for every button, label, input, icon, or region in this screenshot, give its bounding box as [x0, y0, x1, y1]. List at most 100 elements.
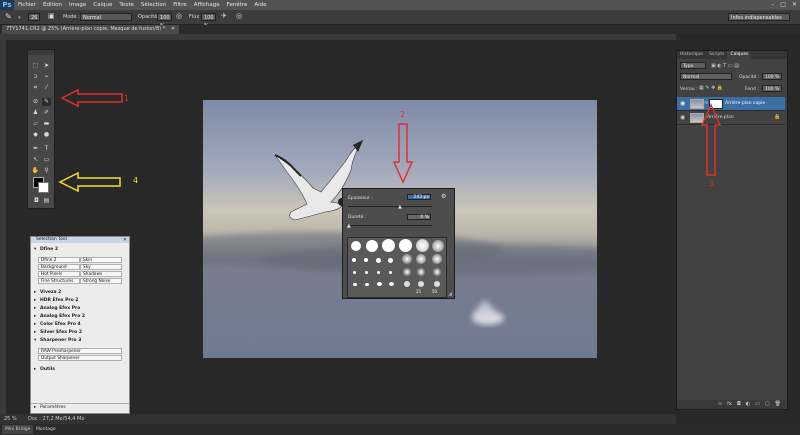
tab-mini-bridge[interactable]: Mini Bridge	[2, 425, 34, 434]
dfine-button[interactable]: Strong Noise	[80, 278, 122, 284]
plugin-hdr-efex[interactable]: HDR Efex Pro 2	[40, 298, 78, 303]
expand-icon[interactable]: ▸	[34, 314, 36, 319]
dfine-button[interactable]: Fine Structures	[38, 278, 80, 284]
gear-icon[interactable]: ⚙	[441, 193, 446, 200]
expand-icon[interactable]: ▸	[34, 322, 36, 327]
tools-panel-header[interactable]	[28, 50, 54, 55]
minimize-icon[interactable]: –	[771, 1, 774, 8]
move-tool-icon[interactable]: ➤	[42, 62, 51, 70]
crop-tool-icon[interactable]: ⌗	[31, 84, 40, 92]
adjustment-layer-icon[interactable]: ◐	[746, 400, 750, 409]
document-tab[interactable]: 7TY1741.CR2 @ 25% (Arrière-plan copie, M…	[2, 25, 180, 34]
type-tool-icon[interactable]: T	[42, 145, 51, 153]
brush-preset[interactable]	[377, 271, 380, 274]
menu-aide[interactable]: Aide	[254, 2, 266, 8]
expand-icon[interactable]: ▸	[34, 367, 36, 372]
sharpener-button[interactable]: Output Sharpener	[38, 355, 122, 361]
menu-edition[interactable]: Edition	[43, 2, 62, 8]
brush-preset[interactable]	[377, 282, 382, 286]
trash-icon[interactable]: 🗑	[775, 400, 781, 409]
dodge-tool-icon[interactable]: ●	[42, 131, 51, 139]
pressure-opacity-icon[interactable]: ◎	[176, 12, 182, 20]
menu-fenetre[interactable]: Fenêtre	[227, 2, 248, 8]
brush-presets-grid[interactable]: 25 50	[347, 237, 447, 298]
expand-icon[interactable]: ▸	[34, 306, 36, 311]
menu-filtre[interactable]: Filtre	[173, 2, 187, 8]
outils-section[interactable]: Outils	[40, 367, 55, 372]
hardness-slider-thumb[interactable]: ▲	[347, 223, 351, 229]
zoom-tool-icon[interactable]: ⚲	[42, 167, 51, 175]
resize-grip-icon[interactable]: ◢	[448, 291, 452, 297]
gradient-tool-icon[interactable]: ▬	[42, 120, 51, 128]
layer-kind-filter[interactable]: Type	[680, 62, 706, 69]
layer-row[interactable]: ◉ Arrière-plan 🔒	[677, 111, 785, 125]
screen-mode-icon[interactable]: ▤	[42, 197, 51, 205]
mode-select[interactable]: Normal	[80, 13, 132, 21]
airbrush-icon[interactable]: ✈	[221, 12, 227, 20]
brush-preset-hard-round[interactable]	[351, 241, 361, 251]
brush-preset[interactable]	[417, 268, 425, 276]
expand-icon[interactable]: ▸	[34, 290, 36, 295]
close-tab-icon[interactable]: ✕	[171, 26, 175, 32]
plugin-viveza[interactable]: Viveza 2	[40, 290, 61, 295]
close-icon[interactable]: ✕	[792, 1, 797, 8]
healing-brush-tool-icon[interactable]: ⊘	[31, 98, 40, 106]
shape-tool-icon[interactable]: ▭	[42, 156, 51, 164]
brush-preset[interactable]	[365, 283, 369, 286]
plugin-analog-efex-2[interactable]: Analog Efex Pro 2	[40, 314, 85, 319]
brush-size-slider[interactable]	[348, 206, 432, 207]
brush-preset[interactable]	[353, 271, 356, 274]
brush-preset-hard-round[interactable]	[366, 240, 378, 252]
flow-input[interactable]: 100 %	[201, 13, 216, 29]
eye-icon[interactable]: ◉	[680, 114, 685, 121]
plugin-silver-efex[interactable]: Silver Efex Pro 2	[40, 330, 82, 335]
new-group-icon[interactable]: ▭	[755, 400, 760, 409]
clone-stamp-tool-icon[interactable]: ♟	[31, 109, 40, 117]
brush-preset-soft-round[interactable]	[432, 240, 444, 252]
brush-preset[interactable]	[376, 258, 381, 263]
brush-preset-hard-round[interactable]	[382, 239, 395, 252]
brush-preset-soft-round[interactable]	[416, 239, 429, 252]
fill-input[interactable]: 100 %	[762, 85, 782, 92]
dfine-button[interactable]: Dfine 2	[38, 257, 80, 263]
brush-preset[interactable]	[403, 268, 411, 276]
eyedropper-tool-icon[interactable]: ⁄	[42, 84, 51, 92]
tab-montage[interactable]: Montage	[33, 425, 59, 434]
sharpener-header[interactable]: Sharpener Pro 3	[40, 338, 81, 343]
brush-size-preview[interactable]: 26	[28, 13, 40, 21]
brush-preset[interactable]	[434, 281, 440, 287]
zoom-level[interactable]: 25 %	[4, 416, 17, 422]
selection-tool-title[interactable]: Selection Tool	[31, 237, 129, 243]
link-layers-icon[interactable]: ∞	[718, 400, 722, 409]
brush-preset[interactable]	[389, 282, 394, 286]
quick-selection-tool-icon[interactable]: ⌁	[42, 73, 51, 81]
plugin-analog-efex[interactable]: Analog Efex Pro	[40, 306, 80, 311]
brush-preset[interactable]	[432, 254, 442, 264]
brush-preset[interactable]	[416, 254, 426, 264]
menu-calque[interactable]: Calque	[93, 2, 112, 8]
brush-preset[interactable]	[388, 258, 393, 263]
sharpener-button[interactable]: RAW Presharpener	[38, 348, 122, 354]
menu-texte[interactable]: Texte	[119, 2, 134, 8]
opacity-input[interactable]: 100 %	[762, 73, 782, 80]
new-layer-icon[interactable]: ▢	[765, 400, 770, 409]
layer-name[interactable]: Arrière-plan copie	[725, 101, 765, 106]
menu-affichage[interactable]: Affichage	[194, 2, 220, 8]
dfine-button[interactable]: Hot Pixels	[38, 271, 80, 277]
brush-preset-hard-round[interactable]	[399, 239, 412, 252]
expand-icon[interactable]: ▸	[34, 298, 36, 303]
dfine-button[interactable]: Sky	[80, 264, 122, 270]
brush-tool-icon[interactable]: ✎	[42, 98, 51, 106]
maximize-icon[interactable]: □	[780, 1, 786, 8]
dfine-expand-icon[interactable]: ▾	[34, 247, 36, 252]
workspace-select[interactable]: Infos indispensables	[728, 13, 790, 21]
menu-selection[interactable]: Sélection	[141, 2, 166, 8]
brush-preset[interactable]	[364, 258, 368, 262]
dfine-button[interactable]: Background	[38, 264, 80, 270]
blur-tool-icon[interactable]: ◆	[31, 131, 40, 139]
brush-panel-icon[interactable]: ▣	[48, 12, 55, 20]
quick-mask-icon[interactable]: ◘	[32, 197, 41, 205]
eye-icon[interactable]: ◉	[680, 100, 685, 107]
expand-icon[interactable]: ▸	[34, 405, 36, 410]
menu-fichier[interactable]: Fichier	[18, 2, 36, 8]
